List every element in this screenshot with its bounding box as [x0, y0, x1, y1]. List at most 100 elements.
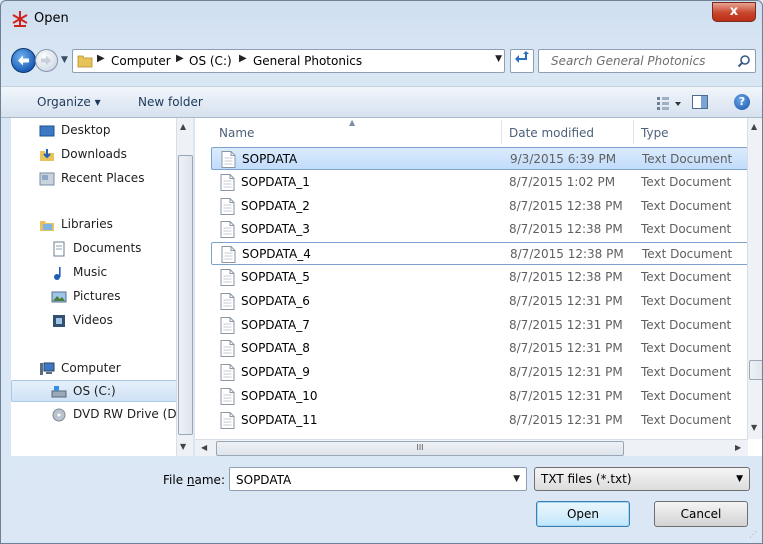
documents-icon — [53, 241, 65, 257]
nav-scroll-thumb[interactable] — [178, 155, 193, 435]
nav-item-desktop[interactable]: Desktop — [11, 120, 179, 142]
crumb-os-c[interactable]: OS (C:) — [189, 54, 232, 68]
file-row[interactable]: SOPDATA_9 8/7/2015 12:31 PM Text Document — [211, 361, 751, 384]
text-document-icon — [220, 340, 235, 358]
text-document-icon — [220, 364, 235, 382]
scroll-up-icon[interactable]: ▲ — [180, 122, 186, 131]
recent-pages-dropdown-icon[interactable]: ▼ — [61, 55, 71, 65]
file-row[interactable]: SOPDATA_7 8/7/2015 12:31 PM Text Document — [211, 314, 751, 337]
nav-item-pictures[interactable]: Pictures — [11, 286, 179, 308]
chevron-right-icon[interactable]: ▶ — [176, 53, 184, 64]
text-document-icon — [220, 411, 235, 429]
file-horizontal-scrollbar[interactable]: ◀ III ▶ — [195, 439, 748, 456]
chevron-right-icon[interactable]: ▶ — [239, 53, 247, 64]
nav-item-music[interactable]: Music — [11, 262, 179, 284]
title-bar: Open x — [1, 1, 762, 41]
scroll-left-icon[interactable]: ◀ — [201, 443, 207, 452]
back-button[interactable] — [11, 48, 36, 73]
file-date-modified: 8/7/2015 12:31 PM — [509, 365, 623, 380]
file-name: SOPDATA_3 — [241, 222, 310, 237]
back-arrow-icon — [18, 55, 29, 66]
file-date-modified: 8/7/2015 12:31 PM — [509, 412, 623, 427]
nav-item-libraries[interactable]: Libraries — [11, 214, 179, 236]
text-document-icon — [220, 221, 235, 239]
scroll-up-icon[interactable]: ▲ — [751, 122, 757, 131]
scroll-down-icon[interactable]: ▼ — [180, 442, 186, 451]
file-row[interactable]: SOPDATA_1 8/7/2015 1:02 PM Text Document — [211, 171, 751, 194]
nav-item-recent-places[interactable]: Recent Places — [11, 168, 179, 190]
scroll-down-icon[interactable]: ▼ — [751, 423, 757, 432]
file-date-modified: 8/7/2015 12:38 PM — [509, 222, 623, 237]
file-row[interactable]: SOPDATA_2 8/7/2015 12:38 PM Text Document — [211, 195, 751, 218]
refresh-button[interactable] — [510, 49, 534, 73]
file-name: SOPDATA_2 — [241, 198, 310, 213]
text-document-icon — [220, 316, 235, 334]
chevron-down-icon[interactable]: ▼ — [513, 474, 520, 484]
file-name-input[interactable]: SOPDATA ▼ — [229, 467, 527, 491]
file-name: SOPDATA_11 — [241, 412, 318, 427]
open-button[interactable]: Open — [536, 501, 630, 527]
file-type: Text Document — [641, 198, 732, 213]
computer-icon — [40, 362, 55, 375]
chevron-down-icon[interactable]: ▼ — [736, 474, 743, 484]
cancel-button[interactable]: Cancel — [654, 501, 748, 527]
file-vertical-scrollbar[interactable]: ▲ ▼ — [747, 118, 762, 439]
file-date-modified: 9/3/2015 6:39 PM — [510, 152, 617, 166]
desktop-icon — [39, 125, 55, 137]
file-date-modified: 8/7/2015 12:38 PM — [509, 198, 623, 213]
nav-item-documents[interactable]: Documents — [11, 238, 179, 260]
file-type: Text Document — [641, 341, 732, 356]
column-header-type[interactable]: Type — [633, 118, 753, 145]
file-type-select[interactable]: TXT files (*.txt) ▼ — [534, 467, 750, 491]
crumb-computer[interactable]: Computer — [111, 54, 171, 68]
preview-pane-icon[interactable] — [692, 95, 708, 109]
recent-places-icon — [39, 172, 55, 186]
text-document-icon — [220, 269, 235, 286]
file-row[interactable]: SOPDATA_8 8/7/2015 12:31 PM Text Document — [211, 337, 751, 360]
crumb-general-photonics[interactable]: General Photonics — [253, 54, 362, 68]
close-button[interactable]: x — [712, 2, 756, 22]
file-scroll-thumb[interactable] — [749, 360, 762, 380]
drive-icon — [51, 386, 67, 398]
file-row[interactable]: SOPDATA_10 8/7/2015 12:31 PM Text Document — [211, 385, 751, 408]
organize-button[interactable]: Organize ▾ — [37, 95, 101, 109]
nav-vertical-scrollbar[interactable]: ▲ ▼ — [176, 118, 193, 456]
file-type: Text Document — [641, 270, 732, 284]
address-dropdown-icon[interactable]: ▼ — [495, 54, 502, 64]
nav-item-downloads[interactable]: Downloads — [11, 144, 179, 166]
forward-button[interactable] — [35, 49, 58, 72]
music-icon — [54, 267, 61, 280]
file-row[interactable]: SOPDATA_3 8/7/2015 12:38 PM Text Document — [211, 218, 751, 241]
file-row[interactable]: SOPDATA 9/3/2015 6:39 PM Text Document — [211, 147, 751, 170]
search-icon[interactable] — [737, 54, 751, 68]
file-name: SOPDATA_5 — [241, 270, 310, 284]
file-type: Text Document — [641, 389, 732, 403]
help-button[interactable]: ? — [734, 94, 750, 110]
column-header-date-modified[interactable]: Date modified — [501, 118, 633, 145]
file-row[interactable]: SOPDATA_4 8/7/2015 12:38 PM Text Document — [211, 242, 751, 266]
file-row[interactable]: SOPDATA_5 8/7/2015 12:38 PM Text Document — [211, 266, 751, 289]
text-document-icon — [220, 197, 235, 215]
scroll-right-icon[interactable]: ▶ — [735, 443, 741, 452]
file-list: Name ▲ Date modified Type SOPDATA 9/3/201… — [194, 118, 762, 456]
nav-item-computer[interactable]: Computer — [11, 358, 179, 380]
file-date-modified: 8/7/2015 1:02 PM — [509, 174, 616, 189]
new-folder-button[interactable]: New folder — [138, 95, 203, 109]
file-row[interactable]: SOPDATA_11 8/7/2015 12:31 PM Text Document — [211, 409, 751, 432]
dvd-drive-icon — [52, 408, 66, 422]
address-bar[interactable]: ▶ Computer ▶ OS (C:) ▶ General Photonics… — [72, 49, 505, 73]
file-name: SOPDATA_9 — [241, 365, 310, 380]
file-date-modified: 8/7/2015 12:31 PM — [509, 317, 623, 332]
resize-grip-icon[interactable]: ⋰ — [749, 530, 759, 540]
chevron-right-icon[interactable]: ▶ — [97, 53, 105, 64]
nav-item-dvd-rw-drive[interactable]: DVD RW Drive (D — [11, 404, 179, 426]
nav-item-videos[interactable]: Videos — [11, 310, 179, 332]
change-view-icon[interactable] — [655, 94, 685, 112]
file-row[interactable]: SOPDATA_6 8/7/2015 12:31 PM Text Document — [211, 290, 751, 313]
downloads-icon — [40, 149, 54, 161]
search-input[interactable]: Search General Photonics — [538, 49, 756, 73]
nav-item-os-c[interactable]: OS (C:) — [11, 380, 179, 402]
file-name: SOPDATA_4 — [242, 247, 311, 262]
file-hscroll-thumb[interactable]: III — [216, 441, 624, 456]
forward-arrow-icon — [41, 55, 51, 66]
